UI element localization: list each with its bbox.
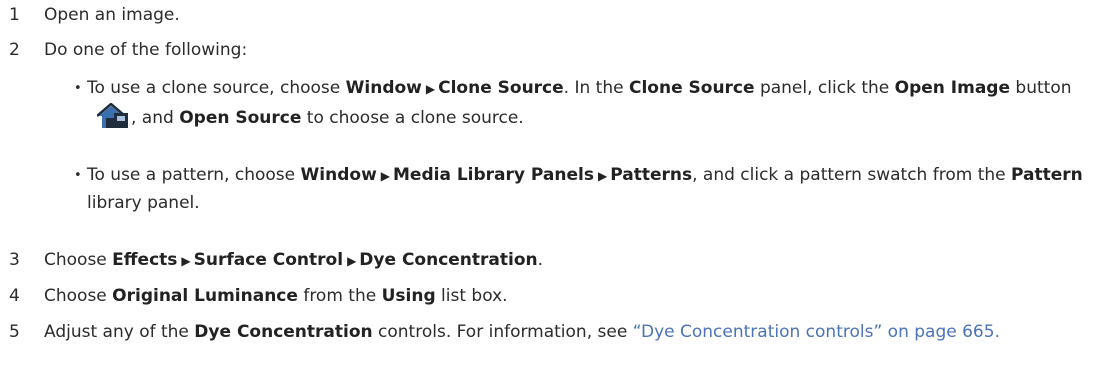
step-number: 1 [9,5,20,25]
step-number: 5 [9,322,20,342]
menu-window: Window [300,165,377,185]
step-number: 4 [9,286,20,306]
step-number: 2 [9,40,20,60]
menu-dye-concentration: Dye Concentration [359,250,538,270]
open-image-house-icon [96,102,129,139]
option-original-luminance: Original Luminance [112,286,298,306]
arrow-right-icon: ▶ [597,169,608,183]
step-text: Open an image. [44,5,180,25]
button-open-source: Open Source [179,108,302,128]
arrow-right-icon: ▶ [425,82,436,96]
menu-surface-control: Surface Control [193,250,344,270]
link-dye-concentration-controls[interactable]: “Dye Concentration controls” on page 665 [633,322,995,342]
step-text: Adjust any of the Dye Concentration cont… [44,322,1000,342]
arrow-right-icon: ▶ [380,169,391,183]
bullet-dot: • [74,81,82,96]
step-text: Do one of the following: [44,40,248,60]
bullet-text: To use a pattern, choose Window ▶ Media Li… [87,165,1083,213]
step-number: 3 [9,250,20,270]
arrow-right-icon: ▶ [181,254,191,268]
arrow-right-icon: ▶ [347,254,357,268]
menu-window: Window [345,78,422,98]
bullet-dot: • [74,168,82,183]
button-open-image: Open Image [894,78,1011,98]
step-text: Choose Effects ▶ Surface Control ▶ Dye Conce… [44,250,544,270]
listbox-using: Using [381,286,436,306]
bullet-text: To use a clone source, choose Window ▶ Clo… [87,75,1107,139]
menu-clone-source: Clone Source [438,78,564,98]
panel-clone-source: Clone Source [628,78,755,98]
step-text: Choose Original Luminance from the Using… [44,286,508,306]
menu-media-library-panels: Media Library Panels [393,165,594,185]
controls-dye-concentration: Dye Concentration [194,322,373,342]
panel-pattern: Pattern [1011,165,1083,185]
menu-effects: Effects [112,250,178,270]
menu-patterns: Patterns [610,165,693,185]
